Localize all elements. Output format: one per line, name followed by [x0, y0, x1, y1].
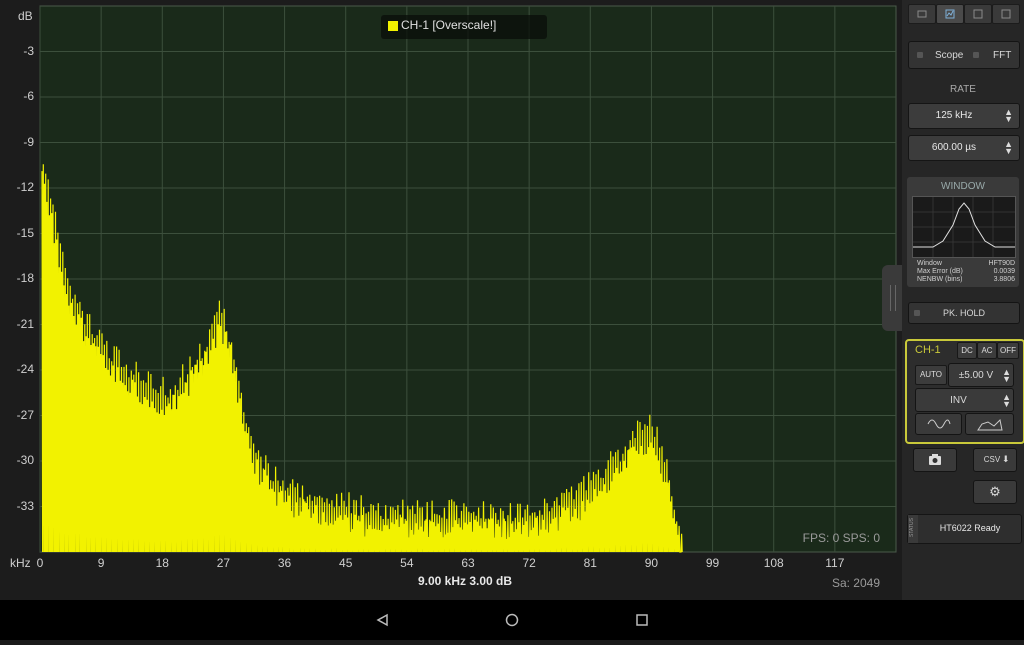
status-box: STATUS HT6022 Ready [907, 514, 1022, 544]
y-tick-label: -24 [16, 362, 34, 376]
window-shape-graph [912, 196, 1016, 258]
mode-fft-option[interactable]: FFT [993, 50, 1011, 61]
status-side-tab: STATUS [908, 515, 918, 543]
y-axis-unit: dB [18, 9, 33, 23]
spectrum-curve-icon [977, 418, 1003, 431]
channel-legend[interactable]: CH-1 [Overscale!] [381, 15, 547, 39]
tab-analysis[interactable] [936, 4, 964, 24]
analysis-icon [945, 9, 955, 19]
settings-tab-icon [1001, 9, 1011, 19]
spectrum-plot[interactable]: dB -3 -6 -9 -12 -15 -18 -21 -24 -27 -30 -33 kHz 09… [0, 0, 902, 600]
status-side-label: STATUS [909, 518, 915, 537]
y-tick-label: -30 [16, 453, 34, 467]
sine-wave-icon [927, 419, 951, 429]
tab-math[interactable] [964, 4, 992, 24]
status-text: HT6022 Ready [939, 523, 1001, 533]
tab-display[interactable] [908, 4, 936, 24]
timebase-select[interactable]: 600.00 µs ▲ ▼ [908, 135, 1020, 161]
channel-label: CH-1 [915, 344, 941, 356]
rate-select[interactable]: 125 kHz ▲ ▼ [908, 103, 1020, 129]
range-updown-icon: ▲ ▼ [1002, 367, 1011, 384]
fps-readout: FPS: 0 SPS: 0 [802, 531, 880, 545]
screenshot-button[interactable] [913, 448, 957, 472]
legend-label: CH-1 [Overscale!] [401, 18, 497, 32]
invert-updown-icon: ▲ ▼ [1002, 392, 1011, 409]
x-tick-label: 45 [339, 556, 353, 570]
channel-1-panel: CH-1 DC AC OFF AUTO ±5.00 V ▲ ▼ INV ▲ ▼ [905, 339, 1024, 444]
x-tick-label: 36 [277, 556, 292, 570]
y-tick-label: -21 [16, 316, 34, 331]
settings-button[interactable]: ⚙ [973, 480, 1017, 504]
y-tick-label: -3 [23, 43, 34, 58]
camera-icon [929, 454, 941, 465]
y-tick-label: -18 [16, 271, 34, 285]
fft-led [973, 52, 979, 58]
panel-drag-handle[interactable] [882, 265, 902, 331]
x-tick-label: 90 [644, 556, 659, 570]
mode-scope-option[interactable]: Scope [935, 50, 963, 61]
auto-range-button[interactable]: AUTO [915, 365, 947, 385]
timebase-value: 600.00 µs [931, 142, 977, 153]
gear-icon: ⚙ [989, 484, 1001, 499]
home-icon[interactable] [505, 613, 519, 627]
scope-led [917, 52, 923, 58]
window-row: Window HFT90D [917, 260, 1015, 267]
y-tick-label: -6 [23, 89, 34, 103]
window-title: WINDOW [941, 181, 985, 192]
y-tick-label: -12 [16, 180, 34, 194]
x-tick-label: 9 [97, 556, 105, 570]
y-tick-label: -33 [16, 498, 34, 513]
y-tick-label: -9 [23, 134, 34, 149]
nav-icons [376, 613, 648, 627]
x-tick-label: 117 [825, 556, 845, 570]
voltage-range-value: ±5.00 V [958, 370, 994, 381]
window-row: NENBW (bins) 3.8806 [917, 276, 1015, 283]
mode-toggle: Scope FFT [908, 41, 1020, 69]
timebase-updown-icon: ▲ ▼ [1004, 139, 1013, 156]
x-tick-label: 0 [36, 556, 44, 570]
coupling-dc[interactable]: DC [957, 342, 977, 359]
x-tick-label: 99 [705, 556, 720, 570]
x-tick-label: 54 [400, 556, 414, 570]
math-icon [973, 9, 983, 19]
coupling-ac[interactable]: AC [977, 342, 997, 359]
y-tick-label: -27 [16, 407, 34, 422]
invert-select[interactable]: INV ▲ ▼ [915, 388, 1014, 412]
recents-icon[interactable] [636, 614, 648, 626]
peak-hold-button[interactable]: PK. HOLD [908, 302, 1020, 324]
peak-hold-label: PK. HOLD [942, 308, 985, 318]
download-arrow-icon: ⬇ [1002, 454, 1010, 464]
y-tick-label: -15 [16, 225, 34, 240]
csv-export-button[interactable]: CSV ⬇ [973, 448, 1017, 472]
x-tick-label: 108 [763, 556, 784, 570]
tab-settings[interactable] [992, 4, 1020, 24]
window-function-panel[interactable]: WINDOW Window HFT90D Max Error (dB) 0.0039… [907, 177, 1019, 287]
legend-swatch [388, 21, 398, 31]
spectrum-view-button[interactable] [965, 413, 1014, 435]
x-tick-label: 63 [461, 556, 475, 570]
display-icon [917, 10, 927, 18]
grip-icon [890, 285, 896, 311]
spectrum-canvas[interactable] [0, 0, 902, 600]
x-tick-label: 72 [522, 556, 536, 570]
x-tick-label: 81 [583, 556, 597, 570]
window-row: Max Error (dB) 0.0039 [917, 268, 1015, 275]
rate-updown-icon: ▲ ▼ [1004, 107, 1013, 124]
invert-value: INV [950, 395, 967, 406]
x-tick-label: 18 [155, 556, 169, 570]
rate-value: 125 kHz [935, 110, 973, 121]
window-curve [913, 197, 1015, 257]
x-tick-label: 27 [216, 556, 231, 570]
sample-count: Sa: 2049 [831, 576, 880, 590]
voltage-range-select[interactable]: ±5.00 V ▲ ▼ [948, 363, 1014, 387]
rate-label: RATE [950, 84, 976, 95]
waveform-view-button[interactable] [915, 413, 962, 435]
android-nav-bar [0, 600, 1024, 640]
cursor-readout: 9.00 kHz 3.00 dB [417, 574, 513, 588]
control-panel: Scope FFT RATE 125 kHz ▲ ▼ 600.00 µs ▲ ▼ W… [902, 0, 1024, 600]
back-icon[interactable] [376, 613, 388, 627]
coupling-off[interactable]: OFF [997, 342, 1019, 359]
